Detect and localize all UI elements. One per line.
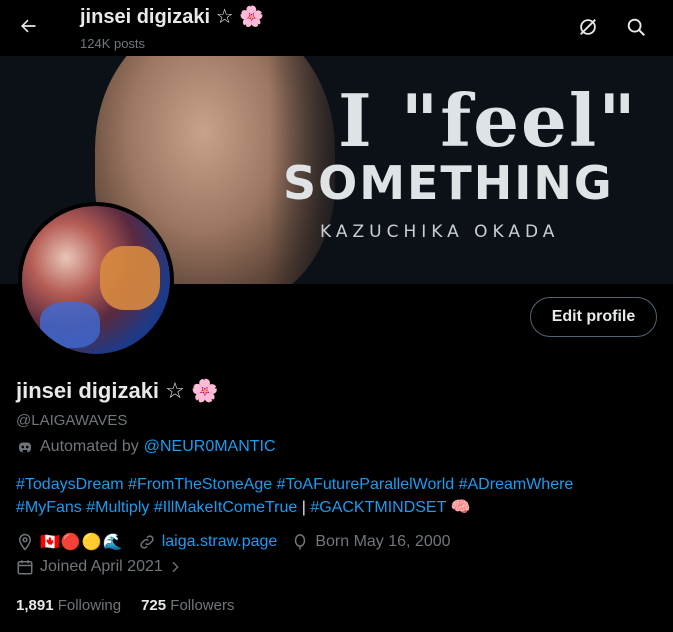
bio-hashtag[interactable]: #Multiply (86, 499, 149, 516)
followers-count: 725 (141, 597, 167, 614)
profile-name: jinsei digizaki ☆ 🌸 (16, 378, 219, 403)
bio-hashtag[interactable]: #TodaysDream (16, 476, 124, 493)
automated-label: Automated by (40, 438, 139, 455)
followers-link[interactable]: 725 Followers (141, 597, 234, 614)
balloon-icon (295, 534, 306, 550)
top-bar: jinsei digizaki ☆ 🌸 124K posts (0, 0, 673, 56)
bio-hashtag[interactable]: #GACKTMINDSET (310, 499, 446, 516)
search-icon (627, 18, 645, 36)
location-emojis: 🇨🇦🔴🟡🌊 (40, 534, 124, 551)
header-title: jinsei digizaki ☆ 🌸 (80, 6, 264, 28)
robot-icon (19, 442, 31, 453)
posts-count: 124K posts (80, 36, 146, 51)
no-sync-icon (580, 19, 596, 35)
followers-label: Followers (170, 597, 235, 614)
bio-hashtag[interactable]: #MyFans (16, 499, 82, 516)
calendar-icon (17, 560, 33, 575)
back-arrow-icon (21, 19, 36, 33)
following-label: Following (57, 597, 122, 614)
birthday: Born May 16, 2000 (291, 533, 451, 551)
joined-text: Joined April 2021 (40, 558, 163, 575)
profile-bio: #TodaysDream #FromTheStoneAge #ToAFuture… (16, 473, 666, 519)
automated-by-link[interactable]: @NEUR0MANTIC (144, 438, 276, 456)
following-link[interactable]: 1,891 Following (16, 597, 121, 614)
banner-text-feel: I "feel" (338, 78, 638, 163)
search-button[interactable] (619, 10, 653, 44)
bio-hashtag[interactable]: #IllMakeItComeTrue (154, 499, 297, 516)
website-link[interactable]: laiga.straw.page (162, 533, 278, 551)
birthday-text: Born May 16, 2000 (315, 533, 451, 550)
brain-emoji: 🧠 (450, 499, 471, 516)
banner-text-name: KAZUCHIKA OKADA (320, 222, 560, 242)
automated-by-row: Automated by @NEUR0MANTIC (16, 438, 276, 456)
location-icon (18, 533, 32, 551)
bio-hashtag[interactable]: #ADreamWhere (459, 476, 574, 493)
edit-profile-button[interactable]: Edit profile (530, 297, 657, 337)
joined-row[interactable]: Joined April 2021 (16, 558, 183, 576)
profile-handle: @LAIGAWAVES (16, 412, 128, 429)
banner-text-something: SOMETHING (283, 156, 614, 210)
back-button[interactable] (10, 8, 46, 44)
avatar[interactable] (18, 202, 174, 358)
chevron-right-icon (172, 561, 179, 573)
follow-stats: 1,891 Following 725 Followers (16, 597, 254, 614)
profile-meta-row: 🇨🇦🔴🟡🌊 laiga.straw.page Born May 16, 2000 (16, 532, 465, 552)
following-count: 1,891 (16, 597, 54, 614)
bio-separator: | (301, 499, 306, 516)
location: 🇨🇦🔴🟡🌊 (16, 532, 124, 552)
link-icon (140, 535, 154, 549)
sync-button[interactable] (571, 10, 605, 44)
bio-hashtag[interactable]: #FromTheStoneAge (128, 476, 272, 493)
bio-hashtag[interactable]: #ToAFutureParallelWorld (277, 476, 455, 493)
website: laiga.straw.page (138, 533, 278, 551)
